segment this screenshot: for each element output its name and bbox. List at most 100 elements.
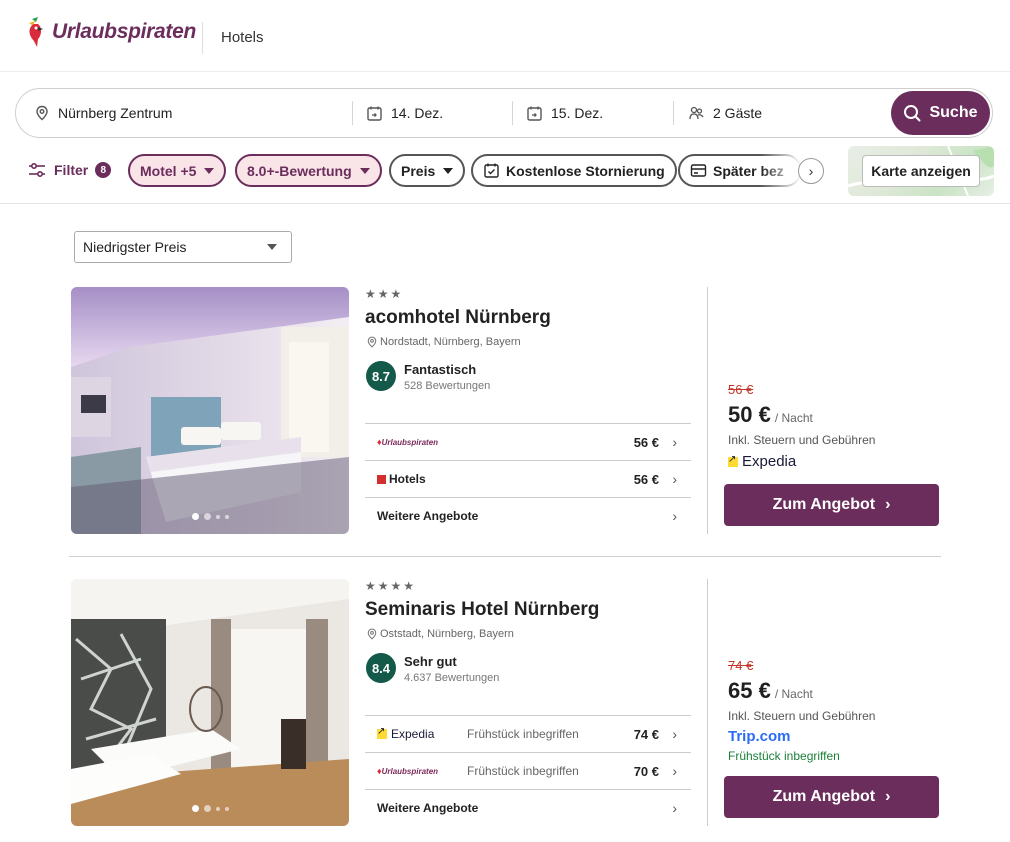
hotel-name[interactable]: Seminaris Hotel Nürnberg (365, 599, 599, 621)
price-value: 65 € (728, 678, 771, 703)
chevron-right-icon: › (672, 434, 677, 450)
calendar-check-icon (484, 163, 499, 178)
chip-free-cancellation[interactable]: Kostenlose Stornierung (471, 154, 677, 187)
calendar-in-icon (367, 106, 382, 121)
chevron-right-icon: › (672, 726, 677, 742)
chevron-right-icon: › (885, 496, 891, 513)
carousel-dot[interactable] (215, 515, 220, 519)
guests-field[interactable]: 2 Gäste (688, 89, 868, 137)
carousel-dot[interactable] (191, 805, 199, 812)
checkout-value: 15. Dez. (551, 105, 604, 121)
hotel-location-text: Nordstadt, Nürnberg, Bayern (380, 336, 521, 348)
carousel-dot[interactable] (224, 515, 229, 519)
hotel-room-photo (71, 579, 349, 826)
hotel-location-text: Oststadt, Nürnberg, Bayern (380, 628, 514, 640)
provider-name: Urlaubspiraten (381, 437, 439, 447)
chevron-right-icon: › (672, 508, 677, 524)
current-price: 65 € / Nacht (728, 678, 813, 704)
more-offers-label: Weitere Angebote (377, 509, 479, 523)
brand-logo[interactable]: Urlaubspiraten (26, 12, 196, 52)
checkin-value: 14. Dez. (391, 105, 444, 121)
view-offer-button[interactable]: Zum Angebot › (724, 484, 939, 526)
search-separator (673, 101, 674, 125)
header-divider (202, 22, 203, 54)
checkin-field[interactable]: 14. Dez. (366, 89, 506, 137)
show-map-button[interactable]: Karte anzeigen (862, 155, 980, 187)
per-night-label: / Nacht (774, 411, 813, 425)
offer-extra: Frühstück inbegriffen (467, 764, 579, 778)
checkout-field[interactable]: 15. Dez. (526, 89, 666, 137)
credit-card-icon (690, 164, 707, 177)
caret-down-icon (204, 167, 215, 174)
image-carousel-dots[interactable] (71, 513, 349, 520)
search-button[interactable]: Suche (891, 91, 990, 135)
offer-row[interactable]: Expedia Frühstück inbegriffen 74 € › (365, 715, 691, 752)
hotels-logo-icon (377, 474, 386, 484)
provider-logo-hotels: Hotels (377, 472, 426, 486)
location-pin-icon (36, 105, 48, 121)
hotel-name[interactable]: acomhotel Nürnberg (365, 307, 551, 329)
search-icon (904, 105, 921, 122)
location-pin-icon (367, 628, 377, 640)
carousel-dot[interactable] (215, 807, 220, 811)
sliders-icon (29, 162, 45, 178)
provider-logo-urlaubspiraten: ♦ Urlaubspiraten (377, 437, 439, 447)
image-carousel-dots[interactable] (71, 805, 349, 812)
carousel-dot[interactable] (224, 807, 229, 811)
best-provider: Trip.com (728, 728, 791, 745)
current-price: 50 € / Nacht (728, 402, 813, 428)
card-separator (69, 556, 941, 557)
review-count: 4.637 Bewertungen (404, 672, 500, 684)
per-night-label: / Nacht (774, 687, 813, 701)
search-button-label: Suche (929, 104, 978, 121)
best-provider: Expedia (728, 453, 796, 470)
view-offer-label: Zum Angebot (772, 788, 876, 805)
view-offer-button[interactable]: Zum Angebot › (724, 776, 939, 818)
provider-name: Expedia (391, 727, 435, 741)
chevron-right-icon: › (885, 788, 891, 805)
carousel-dot[interactable] (203, 805, 211, 812)
offer-row[interactable]: ♦ Urlaubspiraten Frühstück inbegriffen 70… (365, 752, 691, 789)
location-pin-icon (367, 336, 377, 348)
map-preview[interactable]: Karte anzeigen (848, 146, 994, 196)
chip-rating[interactable]: 8.0+-Bewertung (235, 154, 382, 187)
card-divider (707, 579, 708, 826)
rating-label: Fantastisch (404, 362, 477, 377)
provider-name: Urlaubspiraten (381, 766, 439, 776)
chip-property-type[interactable]: Motel +5 (128, 154, 227, 187)
brand-name: Urlaubspiraten (52, 20, 196, 43)
scroll-right-button[interactable]: › (798, 158, 824, 184)
chip-label: 8.0+-Bewertung (247, 162, 352, 179)
more-offers-row[interactable]: Weitere Angebote › (365, 497, 691, 534)
chevron-right-icon: › (672, 763, 677, 779)
original-price: 56 € (728, 382, 754, 397)
provider-logo-urlaubspiraten: ♦ Urlaubspiraten (377, 766, 439, 776)
carousel-dot[interactable] (191, 513, 199, 520)
chip-label: Preis (401, 162, 436, 179)
review-count: 528 Bewertungen (404, 380, 491, 392)
guests-icon (689, 106, 704, 119)
rating-score-badge: 8.4 (366, 653, 396, 683)
offer-row[interactable]: ♦ Urlaubspiraten 56 € › (365, 423, 691, 460)
rating-label: Sehr gut (404, 654, 457, 669)
sort-select[interactable]: Niedrigster Preis (74, 231, 292, 263)
filter-button[interactable]: Filter 8 (28, 162, 112, 178)
best-provider-name: Expedia (742, 453, 797, 470)
hotel-photo[interactable] (71, 287, 349, 534)
destination-field[interactable]: Nürnberg Zentrum (34, 89, 354, 137)
nav-link-hotels[interactable]: Hotels (221, 29, 264, 46)
search-bar: Nürnberg Zentrum 14. Dez. 15. Dez. 2 Gäs… (15, 88, 993, 138)
hotel-photo[interactable] (71, 579, 349, 826)
sort-value: Niedrigster Preis (83, 239, 187, 255)
offer-row[interactable]: Hotels 56 € › (365, 460, 691, 497)
card-divider (707, 287, 708, 534)
chevron-right-icon: › (672, 800, 677, 816)
chip-price[interactable]: Preis (389, 154, 466, 187)
provider-name: Hotels (389, 472, 426, 486)
offer-price: 74 € (633, 726, 659, 742)
carousel-dot[interactable] (203, 513, 211, 520)
chip-label: Motel +5 (140, 162, 197, 179)
more-offers-row[interactable]: Weitere Angebote › (365, 789, 691, 826)
offer-price: 56 € (633, 434, 659, 450)
guests-value: 2 Gäste (713, 105, 763, 121)
